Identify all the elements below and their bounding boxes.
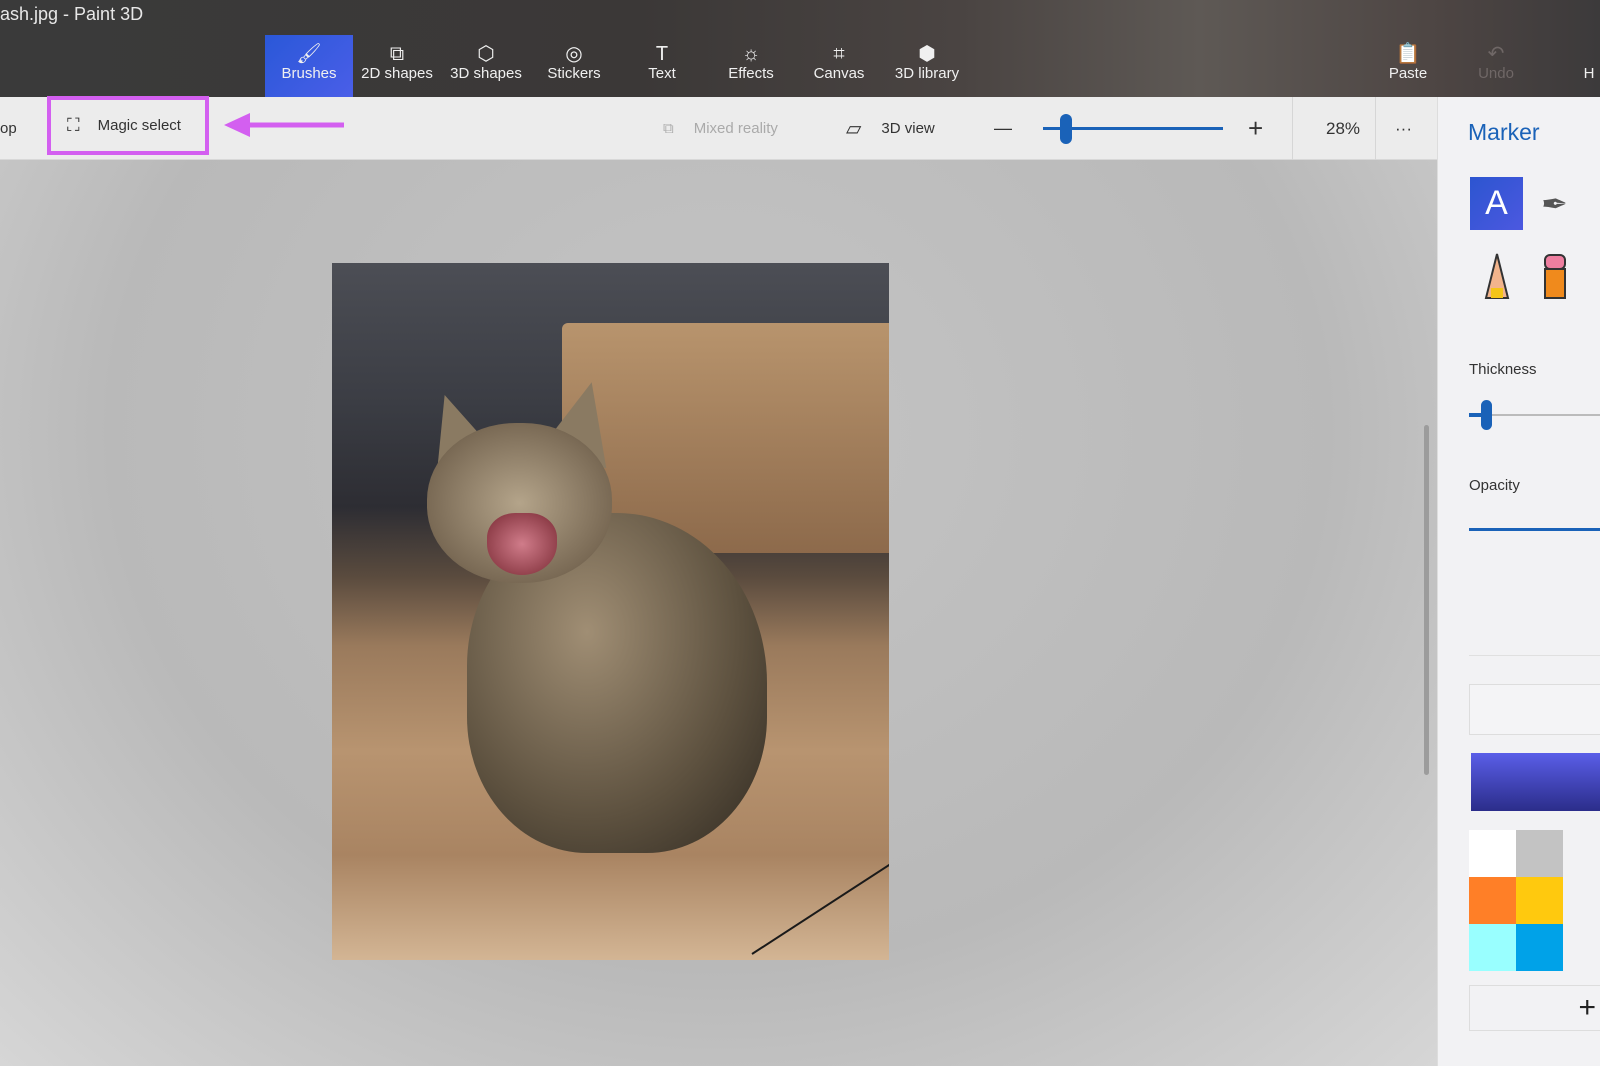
cube-icon: ⬡	[477, 43, 495, 65]
canvas-image-kitten[interactable]	[332, 263, 889, 960]
ribbon-paste[interactable]: 📋 Paste	[1364, 35, 1452, 97]
3d-view-button[interactable]: ▱ 3D view	[846, 97, 935, 160]
brush-panel: Marker A ✒ Thickness Opacity +	[1437, 97, 1600, 1066]
color-swatch[interactable]	[1469, 830, 1516, 877]
magic-select-label: Magic select	[97, 117, 181, 134]
pencil-tool[interactable]	[1528, 249, 1581, 302]
ribbon-label: 3D library	[894, 65, 960, 82]
opacity-slider[interactable]	[1469, 528, 1600, 531]
paste-icon: 📋	[1395, 43, 1421, 65]
ribbon-3d-shapes[interactable]: ⬡ 3D shapes	[442, 35, 530, 97]
mixed-reality-button[interactable]: ⧉ Mixed reality	[663, 97, 778, 160]
ribbon-label: Undo	[1478, 65, 1514, 82]
image-detail	[487, 513, 557, 575]
3d-view-icon: ▱	[846, 118, 862, 140]
divider	[1292, 97, 1293, 160]
ribbon-label: Canvas	[813, 65, 865, 82]
zoom-slider-thumb[interactable]	[1059, 114, 1072, 144]
more-options-button[interactable]: ···	[1395, 97, 1412, 160]
brush-icon: 🖌	[296, 43, 322, 65]
ribbon-stickers[interactable]: ◎ Stickers	[530, 35, 618, 97]
ribbon-label: 2D shapes	[361, 65, 433, 82]
undo-icon: ↶	[1487, 43, 1505, 65]
color-swatch[interactable]	[1469, 877, 1516, 924]
divider	[1375, 97, 1376, 160]
annotation-arrow	[224, 113, 344, 137]
sticker-icon: ◎	[565, 43, 583, 65]
marker-tool[interactable]: A	[1470, 177, 1523, 230]
canvas-crop-icon: ⌗	[833, 43, 845, 65]
current-color[interactable]	[1471, 753, 1600, 811]
3d-view-label: 3D view	[881, 120, 935, 137]
thickness-slider[interactable]	[1469, 400, 1600, 430]
color-picker-field[interactable]	[1469, 684, 1600, 735]
ribbon-label: Effects	[728, 65, 774, 82]
color-swatch[interactable]	[1469, 924, 1516, 971]
zoom-out-button[interactable]: —	[994, 97, 1012, 160]
text-icon: T	[655, 43, 669, 65]
mixed-reality-label: Mixed reality	[693, 120, 778, 137]
pencil-icon	[1484, 253, 1509, 299]
color-swatch[interactable]	[1516, 877, 1563, 924]
thickness-label: Thickness	[1469, 361, 1537, 378]
magic-select-button[interactable]: ⛶ Magic select	[47, 96, 209, 155]
magic-select-icon: ⛶	[67, 115, 80, 135]
ribbon-h[interactable]: H	[1545, 35, 1600, 97]
zoom-in-button[interactable]: +	[1248, 97, 1263, 160]
ribbon-label: Brushes	[281, 65, 337, 82]
ribbon-label: 3D shapes	[450, 65, 522, 82]
ribbon-text[interactable]: T Text	[618, 35, 706, 97]
color-swatch[interactable]	[1516, 924, 1563, 971]
marker-icon: A	[1485, 184, 1508, 222]
toolbar: op ⛶ Magic select ⧉ Mixed reality ▱ 3D v…	[0, 96, 1437, 160]
sun-icon: ☼	[741, 43, 761, 65]
crop-button[interactable]: op	[0, 97, 17, 160]
thickness-thumb[interactable]	[1481, 400, 1492, 430]
window-title: ash.jpg - Paint 3D	[0, 4, 144, 24]
ribbon-3d-library[interactable]: ⬢ 3D library	[883, 35, 971, 97]
ribbon-effects[interactable]: ☼ Effects	[707, 35, 795, 97]
ribbon-label: Stickers	[547, 65, 601, 82]
ribbon-label: Text	[648, 65, 676, 82]
ribbon-2d-shapes[interactable]: ⧉ 2D shapes	[353, 35, 441, 97]
oil-brush-tool[interactable]	[1470, 249, 1523, 302]
pen-nib-icon: ✒	[1541, 185, 1568, 222]
mixed-reality-icon: ⧉	[663, 120, 674, 137]
ribbon-brushes[interactable]: 🖌 Brushes	[265, 35, 353, 97]
2d-shapes-icon: ⧉	[389, 43, 405, 65]
eraser-pencil-icon	[1543, 253, 1566, 299]
calligraphy-pen-tool[interactable]: ✒	[1528, 177, 1581, 230]
vertical-scrollbar[interactable]	[1424, 425, 1429, 775]
ribbon-label: Paste	[1388, 65, 1428, 82]
color-swatch[interactable]	[1516, 830, 1563, 877]
zoom-slider[interactable]	[1043, 97, 1223, 160]
panel-title: Marker	[1468, 119, 1540, 145]
3d-library-icon: ⬢	[918, 43, 936, 65]
divider	[1469, 655, 1600, 656]
zoom-value[interactable]: 28%	[1326, 97, 1360, 160]
add-color-button[interactable]: +	[1469, 985, 1600, 1031]
title-bar: ash.jpg - Paint 3D 🖌 Brushes ⧉ 2D shapes ⬡ 3D…	[0, 0, 1600, 97]
ribbon-canvas[interactable]: ⌗ Canvas	[795, 35, 883, 97]
opacity-label: Opacity	[1469, 477, 1520, 494]
image-detail	[751, 844, 889, 955]
ribbon-label: H	[1583, 65, 1595, 82]
crop-label: op	[0, 120, 17, 137]
ribbon-undo[interactable]: ↶ Undo	[1452, 35, 1540, 97]
